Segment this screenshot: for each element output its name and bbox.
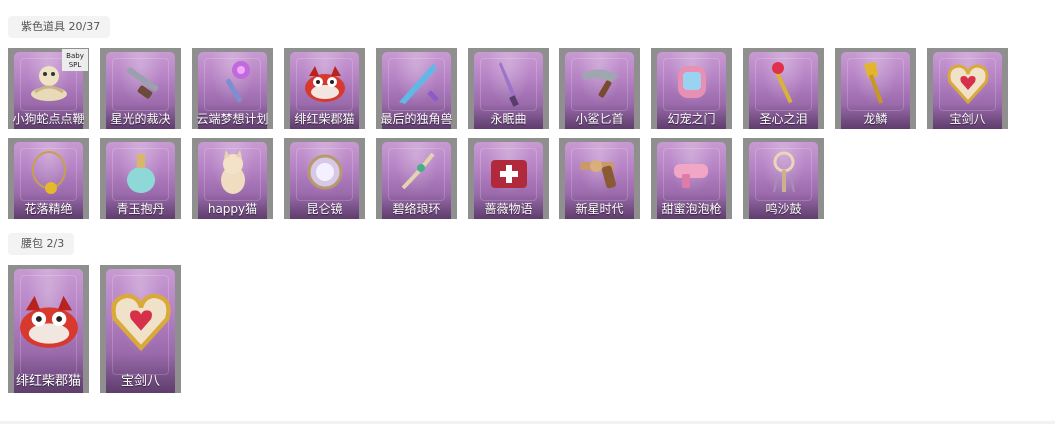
item-name: 云端梦想计划 (196, 112, 269, 126)
shotgun-icon (113, 54, 169, 114)
item-card[interactable]: 花落精绝 (8, 138, 89, 219)
item-name: 青玉抱丹 (116, 202, 165, 216)
item-name: 甜蜜泡泡枪 (661, 202, 722, 216)
dagger-icon (481, 54, 537, 114)
golden-shovel-icon (848, 54, 904, 114)
medkit-icon (481, 144, 537, 204)
item-card[interactable]: 青玉抱丹 (100, 138, 181, 219)
item-card[interactable]: 蔷薇物语 (468, 138, 549, 219)
jade-ring-icon (389, 144, 445, 204)
item-card[interactable]: 甜蜜泡泡枪 (651, 138, 732, 219)
flower-necklace-icon (21, 144, 77, 204)
svg-text:SPL: SPL (69, 61, 82, 69)
item-card[interactable]: 绯红柴郡猫 (284, 48, 365, 129)
item-name: 昆仑镜 (306, 202, 343, 216)
item-card[interactable]: 宝剑八 (100, 265, 181, 393)
heart-shield-icon (940, 54, 996, 114)
item-card[interactable]: 鸣沙鼓 (743, 138, 824, 219)
bubble-gun-icon (664, 144, 720, 204)
section-tag-purple-items: 紫色道具 20/37 (8, 16, 111, 38)
item-name: 龙鳞 (863, 112, 888, 126)
item-name: 花落精绝 (24, 202, 73, 216)
svg-text:Baby: Baby (66, 52, 84, 60)
section-tag-waist-pack: 腰包 2/3 (8, 233, 75, 255)
item-name: 鸣沙鼓 (765, 202, 802, 216)
item-card[interactable]: 碧络琅环 (376, 138, 457, 219)
logo-stamp-icon: Baby SPL (62, 49, 88, 71)
item-card[interactable]: 最后的独角兽 (376, 48, 457, 129)
item-name: 小鲨匕首 (575, 112, 624, 126)
unicorn-horn-icon (389, 54, 445, 114)
item-name: 宝剑八 (949, 112, 986, 126)
item-card[interactable]: 永眠曲 (468, 48, 549, 129)
item-card[interactable]: happy猫 (192, 138, 273, 219)
red-cat-icon (8, 279, 89, 364)
item-name: 绯红柴郡猫 (15, 374, 81, 389)
drum-icon (756, 144, 812, 204)
item-name: 永眠曲 (490, 112, 527, 126)
shark-dagger-icon (572, 54, 628, 114)
pet-gate-icon (664, 54, 720, 114)
item-card[interactable]: 宝剑八 (927, 48, 1008, 129)
item-name: 绯红柴郡猫 (294, 112, 355, 126)
mace-icon (205, 54, 261, 114)
cat-plush-icon (205, 144, 261, 204)
item-name: 圣心之泪 (759, 112, 808, 126)
item-name: 新星时代 (575, 202, 624, 216)
item-name: 宝剑八 (120, 374, 160, 389)
item-card[interactable]: 新星时代 (559, 138, 640, 219)
item-card[interactable]: 龙鳞 (835, 48, 916, 129)
jade-bottle-icon (113, 144, 169, 204)
item-name: happy猫 (207, 202, 258, 216)
item-card[interactable]: 小狗蛇点点鞭 Baby SPL (8, 48, 89, 129)
item-card[interactable]: 圣心之泪 (743, 48, 824, 129)
item-card[interactable]: 云端梦想计划 (192, 48, 273, 129)
item-name: 幻宠之门 (667, 112, 716, 126)
item-card[interactable]: 绯红柴郡猫 (8, 265, 89, 393)
red-cat-icon (297, 54, 353, 114)
item-name: 碧络琅环 (392, 202, 441, 216)
heart-shield-icon (100, 279, 181, 364)
item-card[interactable]: 幻宠之门 (651, 48, 732, 129)
item-name: 星光的裁决 (110, 112, 171, 126)
item-name: 小狗蛇点点鞭 (12, 112, 85, 126)
item-name: 蔷薇物语 (484, 202, 533, 216)
item-name: 最后的独角兽 (380, 112, 453, 126)
scepter-icon (756, 54, 812, 114)
item-card[interactable]: 小鲨匕首 (559, 48, 640, 129)
mirror-icon (297, 144, 353, 204)
item-card[interactable]: 星光的裁决 (100, 48, 181, 129)
item-card[interactable]: 昆仑镜 (284, 138, 365, 219)
revolver-icon (572, 144, 628, 204)
